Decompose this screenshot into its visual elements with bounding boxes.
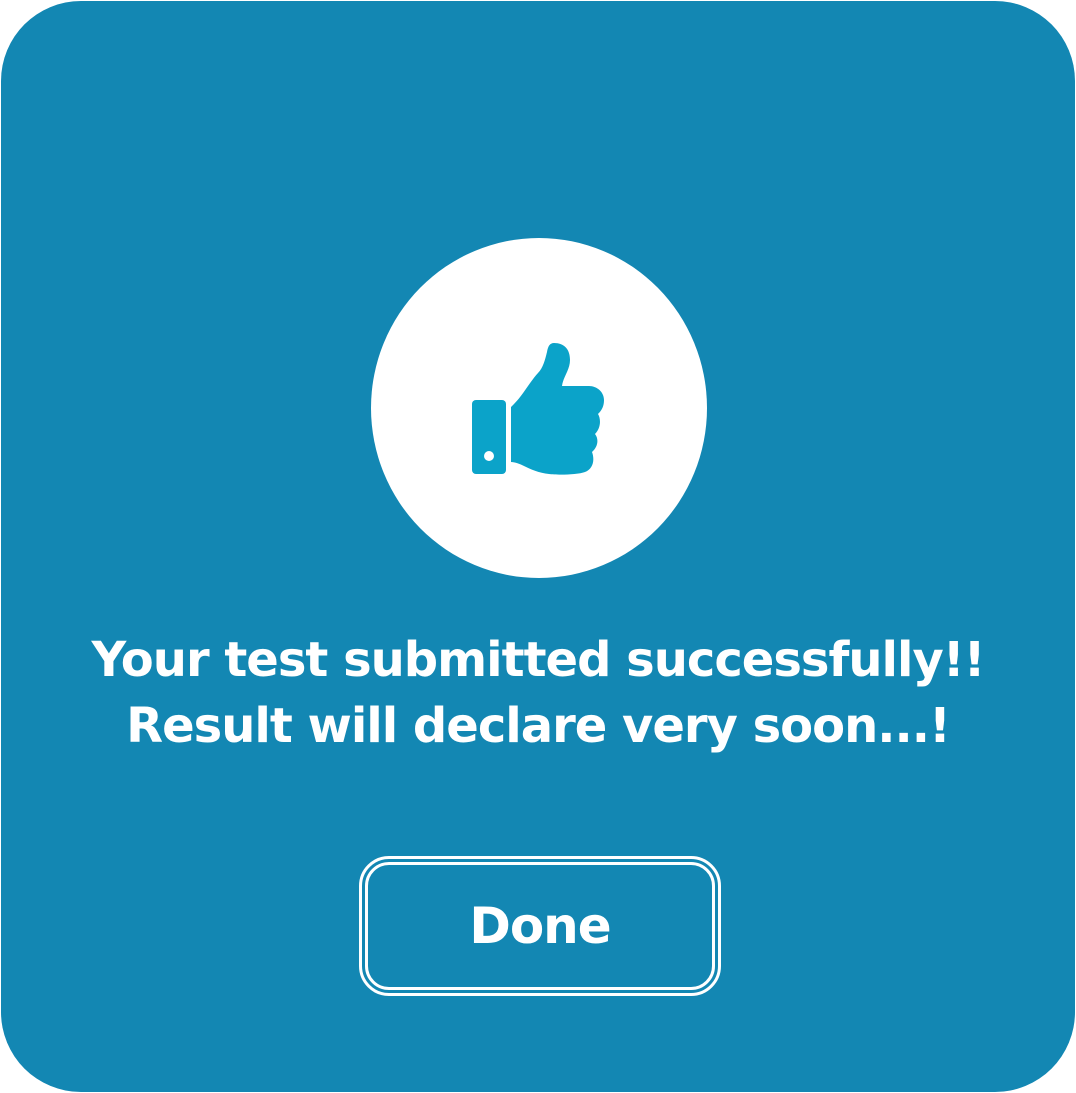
success-dialog: Your test submitted successfully!! Resul… — [1, 1, 1075, 1092]
message-line-1: Your test submitted successfully!! — [91, 632, 985, 688]
success-message: Your test submitted successfully!! Resul… — [1, 627, 1075, 759]
message-line-2: Result will declare very soon...! — [126, 698, 951, 754]
thumbs-up-icon — [472, 343, 604, 475]
icon-circle — [371, 238, 707, 578]
done-button[interactable]: Done — [359, 856, 721, 996]
done-button-label: Done — [469, 897, 611, 955]
